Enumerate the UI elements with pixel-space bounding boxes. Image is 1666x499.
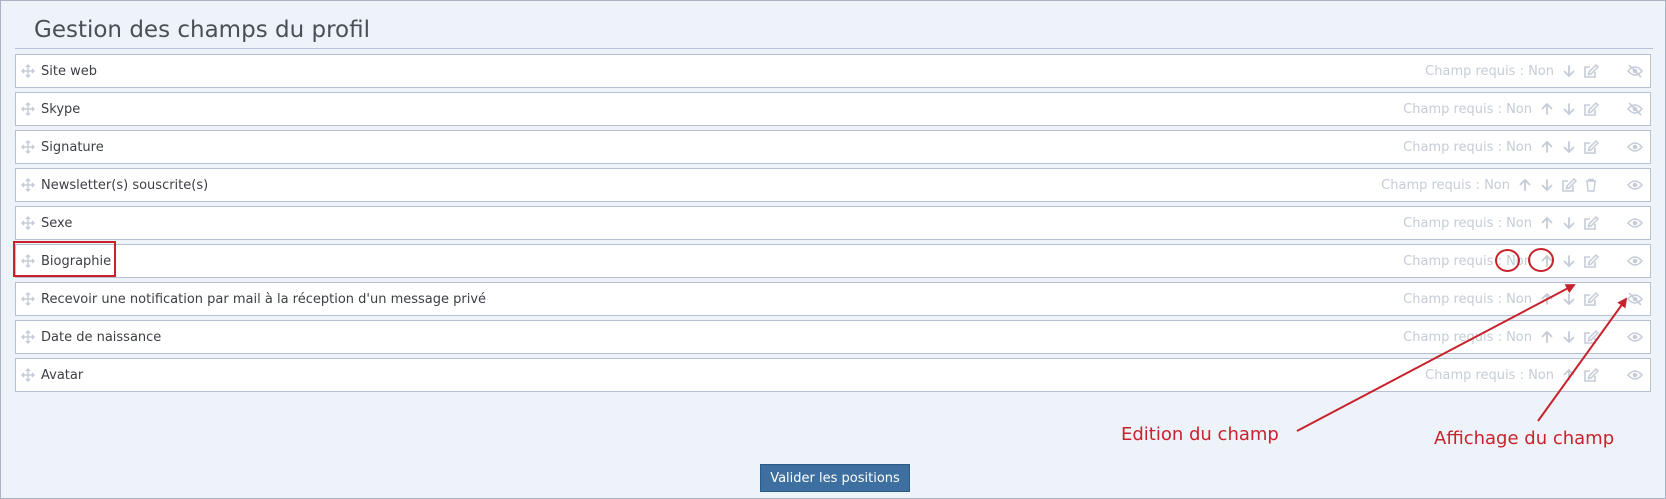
display-annotation-arrow [1537,297,1628,422]
edit-annotation-label: Edition du champ [1121,424,1279,445]
edit-annotation-arrow [1296,284,1576,432]
annotation-arrows [1296,284,1628,432]
display-annotation-label: Affichage du champ [1434,428,1615,449]
